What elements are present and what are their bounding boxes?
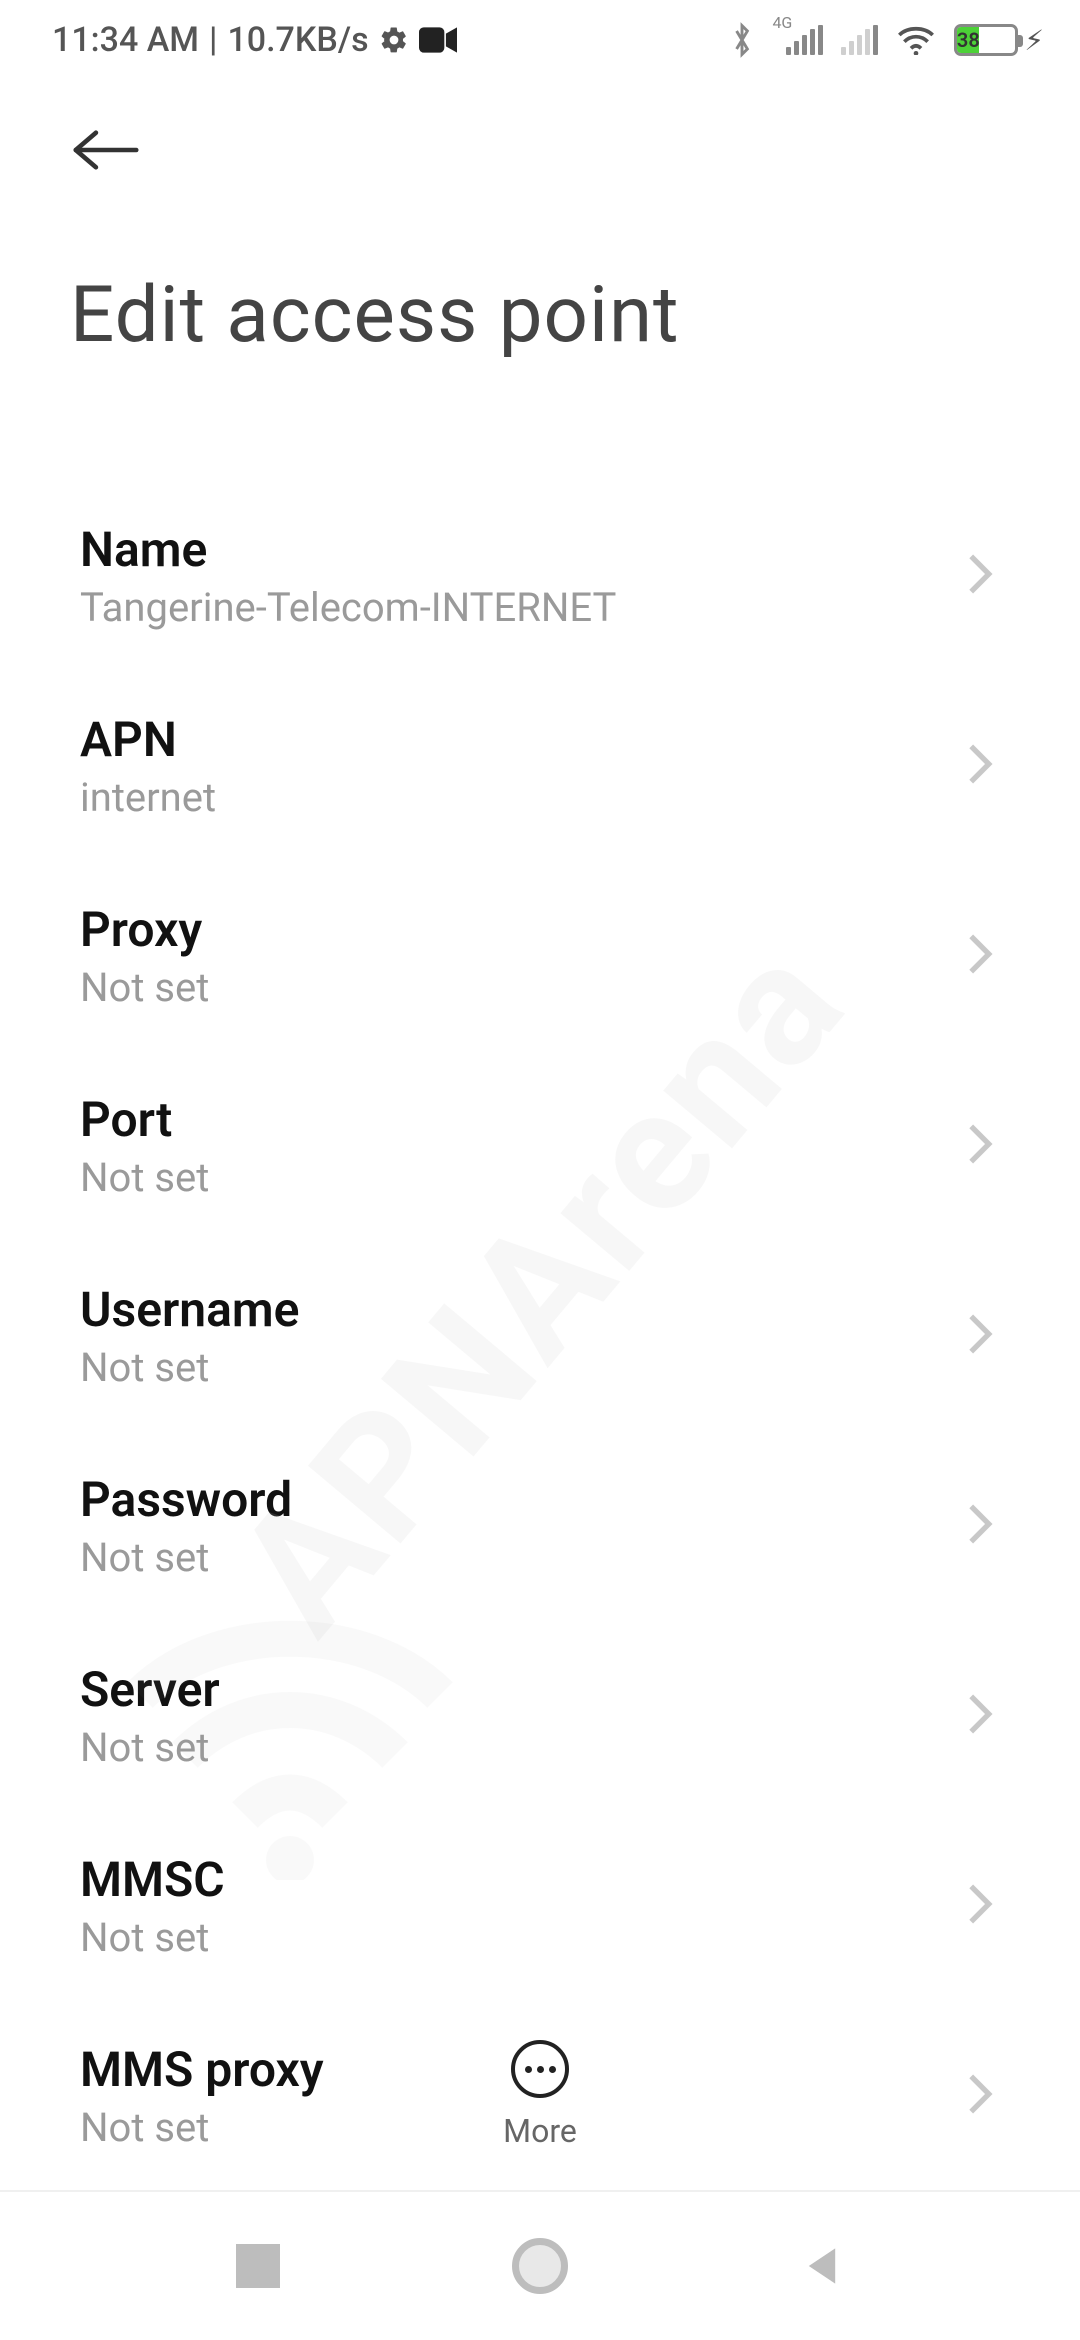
setting-label: Server — [80, 1661, 220, 1718]
signal-1-label: 4G — [772, 13, 792, 32]
battery-indicator: 38 ⚡︎ — [954, 24, 1044, 57]
setting-label: Port — [80, 1091, 209, 1148]
back-arrow-icon — [70, 126, 142, 174]
setting-value: Not set — [80, 1154, 209, 1201]
setting-label: APN — [80, 711, 216, 768]
battery-percent: 38 — [954, 28, 983, 52]
status-separator: | — [209, 20, 217, 60]
setting-row-port[interactable]: Port Not set — [0, 1051, 1080, 1241]
chevron-right-icon — [966, 1882, 994, 1930]
chevron-right-icon — [966, 552, 994, 600]
chevron-right-icon — [966, 1312, 994, 1360]
back-button[interactable] — [70, 110, 150, 190]
nav-bar — [0, 2190, 1080, 2340]
setting-row-apn[interactable]: APN internet — [0, 671, 1080, 861]
status-time: 11:34 AM — [52, 20, 199, 60]
chevron-right-icon — [966, 1502, 994, 1550]
setting-label: Name — [80, 521, 616, 578]
chevron-right-icon — [966, 1692, 994, 1740]
signal-1-wrap: 4G — [772, 25, 823, 55]
chevron-right-icon — [966, 742, 994, 790]
setting-row-proxy[interactable]: Proxy Not set — [0, 861, 1080, 1051]
gear-icon — [379, 25, 409, 55]
more-label: More — [503, 2112, 577, 2150]
setting-value: Tangerine-Telecom-INTERNET — [80, 584, 616, 631]
status-bar: 11:34 AM | 10.7KB/s 4G 38 — [0, 0, 1080, 80]
more-button[interactable]: More — [0, 2040, 1080, 2150]
status-left: 11:34 AM | 10.7KB/s — [52, 20, 457, 60]
setting-value: Not set — [80, 1724, 220, 1771]
wifi-icon — [896, 25, 936, 55]
setting-label: MMSC — [80, 1851, 225, 1908]
header: Edit access point — [0, 80, 1080, 361]
chevron-right-icon — [966, 1122, 994, 1170]
setting-value: Not set — [80, 964, 209, 1011]
setting-label: Password — [80, 1471, 292, 1528]
setting-row-name[interactable]: Name Tangerine-Telecom-INTERNET — [0, 481, 1080, 671]
page-title: Edit access point — [70, 270, 1010, 361]
nav-back-button[interactable] — [800, 2244, 844, 2288]
video-icon — [419, 27, 457, 53]
setting-value: internet — [80, 774, 216, 821]
status-net-speed: 10.7KB/s — [227, 20, 368, 60]
setting-row-mmsc[interactable]: MMSC Not set — [0, 1811, 1080, 2001]
setting-value: Not set — [80, 1534, 292, 1581]
status-right: 4G 38 ⚡︎ — [730, 22, 1044, 58]
setting-row-server[interactable]: Server Not set — [0, 1621, 1080, 1811]
signal-2-icon — [841, 25, 878, 55]
more-icon — [511, 2040, 569, 2098]
setting-value: Not set — [80, 1344, 299, 1391]
bluetooth-icon — [730, 22, 754, 58]
nav-home-button[interactable] — [512, 2238, 568, 2294]
setting-value: Not set — [80, 1914, 225, 1961]
setting-row-password[interactable]: Password Not set — [0, 1431, 1080, 1621]
setting-row-username[interactable]: Username Not set — [0, 1241, 1080, 1431]
setting-label: Proxy — [80, 901, 209, 958]
setting-label: Username — [80, 1281, 299, 1338]
chevron-right-icon — [966, 932, 994, 980]
nav-recent-button[interactable] — [236, 2244, 280, 2288]
settings-list: Name Tangerine-Telecom-INTERNET APN inte… — [0, 481, 1080, 2191]
charging-icon: ⚡︎ — [1024, 24, 1044, 57]
